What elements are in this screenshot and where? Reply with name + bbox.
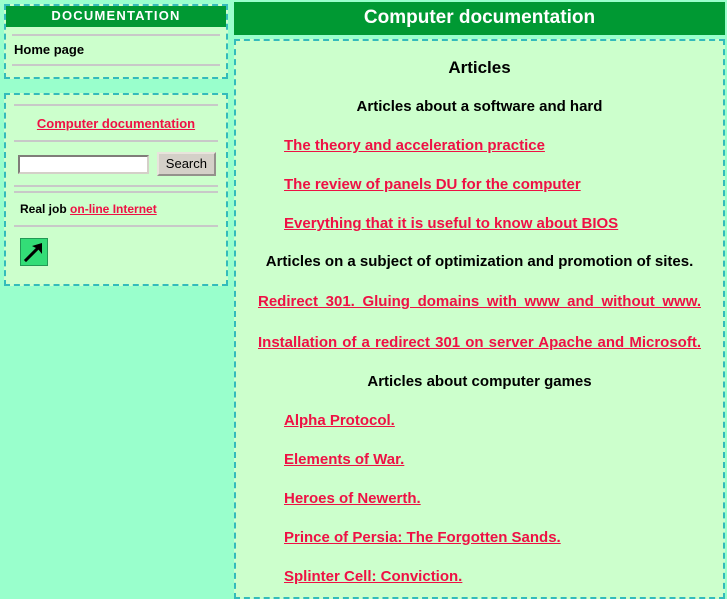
search-input[interactable] [18, 154, 149, 174]
real-job-label: Real job [20, 202, 67, 216]
search-form: Search [14, 146, 218, 182]
site-link-row: Computer documentation [14, 110, 218, 137]
article-link-heroes-of-newerth[interactable]: Heroes of Newerth. [284, 490, 421, 507]
section-heading-software: Articles about a software and hard [356, 98, 603, 115]
sidebar: DOCUMENTATION Home page Computer documen… [0, 0, 234, 286]
page-layout: DOCUMENTATION Home page Computer documen… [0, 0, 727, 599]
divider [14, 225, 218, 227]
arrow-up-right-icon[interactable] [20, 238, 48, 266]
divider [12, 64, 220, 66]
main-column: Computer documentation Articles Articles… [234, 0, 727, 599]
sidebar-link-computer-documentation[interactable]: Computer documentation [37, 115, 195, 132]
article-link-row: Alpha Protocol. [258, 411, 701, 431]
divider [14, 140, 218, 142]
article-link-redirect-301-line1[interactable]: Redirect 301. Gluing domains with www an… [258, 290, 701, 313]
article-link-row: Elements of War. [258, 450, 701, 470]
article-link-row: Heroes of Newerth. [258, 489, 701, 509]
documentation-header: DOCUMENTATION [6, 6, 226, 27]
article-link-redirect-301-line2[interactable]: Installation of a redirect 301 on server… [258, 331, 701, 354]
page-header-title: Computer documentation [234, 2, 725, 35]
article-link-theory-acceleration[interactable]: The theory and acceleration practice [284, 137, 545, 154]
article-link-elements-of-war[interactable]: Elements of War. [284, 451, 404, 468]
navigation-body: Home page [6, 27, 226, 77]
article-link-row: Everything that it is useful to know abo… [258, 214, 701, 234]
article-link-row: Splinter Cell: Conviction. [258, 567, 701, 587]
search-button[interactable]: Search [156, 152, 216, 176]
counter-icon-row [14, 231, 218, 274]
navigation-panel: DOCUMENTATION Home page [4, 4, 228, 79]
section-heading-seo: Articles on a subject of optimization an… [265, 253, 694, 270]
article-link-bios[interactable]: Everything that it is useful to know abo… [284, 215, 618, 232]
article-link-row: The theory and acceleration practice [258, 136, 701, 156]
real-job-row: Real job on-line Internet [14, 197, 218, 222]
article-link-alpha-protocol[interactable]: Alpha Protocol. [284, 412, 395, 429]
sidebar-link-online-internet[interactable]: on-line Internet [70, 201, 157, 218]
page-title: Articles [448, 58, 511, 77]
divider [14, 191, 218, 193]
section-heading-games: Articles about computer games [367, 373, 592, 390]
divider [12, 34, 220, 36]
article-link-row: The review of panels DU for the computer [258, 175, 701, 195]
divider [14, 185, 218, 187]
article-link-splinter-cell[interactable]: Splinter Cell: Conviction. [284, 568, 462, 585]
sidebar-item-home-page[interactable]: Home page [12, 40, 220, 61]
article-link-prince-of-persia[interactable]: Prince of Persia: The Forgotten Sands. [284, 529, 561, 546]
main-content-panel: Articles Articles about a software and h… [234, 39, 725, 599]
divider [14, 104, 218, 106]
search-panel: Computer documentation Search Real job o… [4, 93, 228, 286]
article-link-row: Prince of Persia: The Forgotten Sands. [258, 528, 701, 548]
article-link-panels-du[interactable]: The review of panels DU for the computer [284, 176, 581, 193]
